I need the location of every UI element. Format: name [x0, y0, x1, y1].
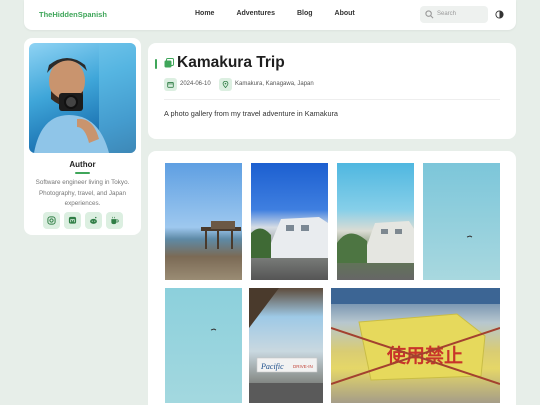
search-placeholder: Search — [437, 10, 457, 17]
social-links — [43, 212, 123, 229]
gallery-photo-building-hill[interactable] — [335, 161, 416, 282]
location-pin-icon — [219, 78, 232, 91]
nav-blog[interactable]: Blog — [297, 10, 313, 17]
main-nav: Home Adventures Blog About — [195, 10, 355, 17]
nav-about[interactable]: About — [335, 10, 355, 17]
svg-text:DRIVE-IN: DRIVE-IN — [293, 364, 313, 369]
nav-home[interactable]: Home — [195, 10, 214, 17]
author-underline — [75, 172, 90, 174]
post-header-card: Kamakura Trip 2024-06-10 Kamakura, Kanag… — [148, 43, 516, 139]
instagram-icon[interactable] — [43, 212, 60, 229]
author-card: Author Software engineer living in Tokyo… — [24, 38, 141, 235]
gallery-photo-yellow-banner[interactable]: 使用禁止 — [329, 286, 502, 405]
author-bio: Software engineer living in Tokyo. Photo… — [35, 179, 130, 207]
author-avatar — [29, 43, 136, 153]
gallery-photo-sky-bird[interactable] — [421, 161, 502, 282]
title-accent-bar — [155, 59, 157, 69]
top-navbar: TheHiddenSpanish Home Adventures Blog Ab… — [24, 0, 516, 30]
gallery-icon — [164, 58, 174, 68]
author-name: Author — [69, 160, 96, 169]
gallery-photo-white-building[interactable] — [249, 161, 330, 282]
brand-logo[interactable]: TheHiddenSpanish — [39, 10, 107, 19]
svg-text:使用禁止: 使用禁止 — [386, 344, 463, 367]
gallery-photo-beach[interactable] — [163, 161, 244, 282]
theme-toggle-icon[interactable] — [495, 10, 504, 19]
mastodon-icon[interactable] — [64, 212, 81, 229]
nav-adventures[interactable]: Adventures — [236, 10, 275, 17]
reddit-icon[interactable] — [85, 212, 102, 229]
coffee-icon[interactable] — [106, 212, 123, 229]
post-location: Kamakura, Kanagawa, Japan — [235, 81, 314, 87]
calendar-icon — [164, 78, 177, 91]
avatar-photo — [34, 43, 136, 153]
svg-text:Pacific: Pacific — [260, 362, 284, 371]
search-icon — [425, 10, 434, 19]
post-date: 2024-06-10 — [180, 81, 211, 87]
gallery-photo-sky-bird-2[interactable] — [163, 286, 244, 405]
post-description: A photo gallery from my travel adventure… — [164, 109, 338, 118]
meta-divider — [164, 99, 500, 100]
gallery-photo-drive-in-sign[interactable]: Pacific DRIVE-IN — [247, 286, 325, 405]
post-title: Kamakura Trip — [177, 54, 285, 71]
search-box[interactable]: Search — [420, 6, 488, 23]
